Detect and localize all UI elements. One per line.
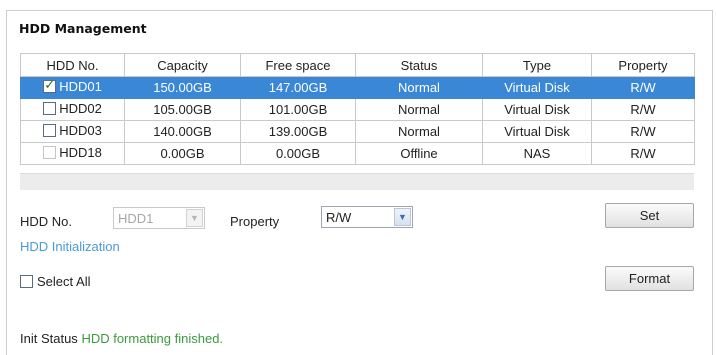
- table-row[interactable]: HDD18 0.00GB 0.00GB Offline NAS R/W: [20, 142, 695, 165]
- capacity-cell: 0.00GB: [124, 142, 241, 165]
- select-all-label: Select All: [37, 274, 91, 289]
- property-cell: R/W: [591, 76, 695, 99]
- type-cell: Virtual Disk: [482, 120, 592, 143]
- header-hdd-no: HDD No.: [20, 53, 125, 77]
- status-cell: Normal: [355, 120, 483, 143]
- property-select[interactable]: R/W ▼: [321, 206, 413, 228]
- table-row[interactable]: HDD03 140.00GB 139.00GB Normal Virtual D…: [20, 120, 695, 143]
- table-header-row: HDD No. Capacity Free space Status Type …: [20, 53, 695, 77]
- hdd-table: HDD No. Capacity Free space Status Type …: [20, 53, 695, 165]
- free-space-cell: 101.00GB: [240, 98, 356, 121]
- hdd-initialization-link[interactable]: HDD Initialization: [20, 239, 120, 254]
- hdd-cell: HDD01: [20, 76, 125, 99]
- capacity-cell: 105.00GB: [124, 98, 241, 121]
- header-status: Status: [355, 53, 483, 77]
- init-status: Init Status HDD formatting finished.: [20, 331, 223, 346]
- table-row[interactable]: HDD02 105.00GB 101.00GB Normal Virtual D…: [20, 98, 695, 121]
- capacity-cell: 150.00GB: [124, 76, 241, 99]
- row-checkbox[interactable]: [43, 146, 57, 159]
- property-cell: R/W: [591, 120, 695, 143]
- status-cell: Normal: [355, 76, 483, 99]
- header-type: Type: [482, 53, 592, 77]
- hdd-no-value: HDD1: [118, 210, 154, 226]
- hdd-cell: HDD03: [20, 120, 125, 143]
- horizontal-scrollbar[interactable]: [20, 173, 694, 190]
- hdd-no-select[interactable]: HDD1 ▼: [113, 207, 205, 229]
- hdd-cell: HDD18: [20, 142, 125, 165]
- hdd-number: HDD18: [59, 145, 102, 160]
- status-cell: Offline: [355, 142, 483, 165]
- type-cell: Virtual Disk: [482, 76, 592, 99]
- hdd-number: HDD02: [59, 101, 102, 116]
- row-checkbox[interactable]: [43, 102, 57, 115]
- property-cell: R/W: [591, 142, 695, 165]
- property-value: R/W: [326, 209, 352, 225]
- init-status-value: HDD formatting finished.: [81, 331, 224, 346]
- header-capacity: Capacity: [124, 53, 241, 77]
- type-cell: Virtual Disk: [482, 98, 592, 121]
- free-space-cell: 0.00GB: [240, 142, 356, 165]
- property-cell: R/W: [591, 98, 695, 121]
- hdd-cell: HDD02: [20, 98, 125, 121]
- hdd-no-label: HDD No.: [20, 214, 73, 229]
- init-status-label: Init Status: [20, 331, 78, 346]
- capacity-cell: 140.00GB: [124, 120, 241, 143]
- chevron-down-icon: ▼: [186, 209, 203, 227]
- chevron-down-icon: ▼: [394, 208, 411, 226]
- status-cell: Normal: [355, 98, 483, 121]
- row-checkbox[interactable]: [43, 124, 57, 137]
- hdd-number: HDD03: [59, 123, 102, 138]
- hdd-number: HDD01: [59, 79, 102, 94]
- header-free-space: Free space: [240, 53, 356, 77]
- select-all[interactable]: Select All: [20, 274, 90, 289]
- type-cell: NAS: [482, 142, 592, 165]
- row-checkbox[interactable]: [43, 78, 57, 93]
- free-space-cell: 147.00GB: [240, 76, 356, 99]
- select-all-checkbox[interactable]: [20, 275, 33, 288]
- set-button[interactable]: Set: [605, 203, 694, 228]
- section-title: HDD Management: [19, 21, 147, 36]
- table-row[interactable]: HDD01 150.00GB 147.00GB Normal Virtual D…: [20, 76, 695, 99]
- property-label: Property: [230, 214, 280, 229]
- format-button[interactable]: Format: [605, 266, 694, 291]
- header-property: Property: [591, 53, 695, 77]
- free-space-cell: 139.00GB: [240, 120, 356, 143]
